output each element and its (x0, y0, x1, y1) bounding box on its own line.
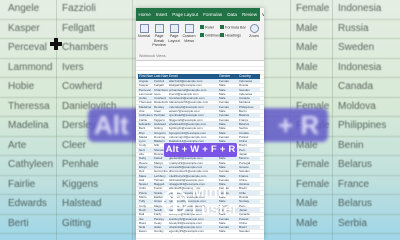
background-shortcut-left: Alt (94, 110, 129, 140)
background-cell-gender: Male (296, 81, 318, 92)
ribbon-tabs: HomeInsertPage LayoutFormulasDataReviewV… (136, 8, 264, 21)
keyboard-shortcut-label: Alt + W + F + R (164, 143, 237, 157)
background-cell-last: Chambers (62, 42, 109, 53)
custom-views-icon (184, 24, 194, 33)
page-layout-button[interactable]: Page Layout (167, 24, 181, 43)
table-cell[interactable]: Ewan (138, 229, 153, 233)
background-cell-gender: Female (296, 3, 330, 14)
background-cell-country: Sweden (338, 42, 375, 53)
tab-page-layout[interactable]: Page Layout (170, 8, 201, 21)
background-cell-last: Gitting (62, 217, 91, 229)
mind-luster-brand: Mind Luster (160, 183, 264, 223)
headings-checkbox[interactable]: Headings (220, 33, 241, 38)
background-cell-country: Belarus (338, 159, 372, 170)
tab-review[interactable]: Review (239, 8, 259, 21)
brain-circuit-icon (161, 189, 189, 215)
background-cell-first: Berti (8, 217, 29, 229)
ribbon-view-panel: Normal Page Break Preview Page Layout Cu… (136, 21, 264, 61)
page-layout-label: Page Layout (168, 34, 180, 43)
background-cell-last: Fazzioli (62, 3, 96, 14)
background-cell-last: Kiggens (62, 178, 99, 190)
table-cell[interactable]: Male (218, 229, 238, 233)
background-cell-first: Madelina (8, 120, 49, 131)
background-cell-country: Indonesia (338, 61, 382, 73)
background-cell-country: Russia (338, 22, 369, 34)
page-break-preview-button[interactable]: Page Break Preview (152, 24, 166, 48)
workbook-views-group-label: Workbook Views (139, 54, 166, 58)
background-cell-gender: Male (296, 61, 318, 73)
background-cell-country: France (338, 178, 370, 190)
brand-line-1: Mind (192, 184, 227, 201)
brand-name: Mind Luster (192, 184, 238, 218)
background-cell-gender: Female (296, 159, 330, 170)
background-cell-first: Arte (8, 139, 27, 151)
page-break-preview-icon (154, 24, 164, 33)
cell-cursor-icon (50, 38, 62, 50)
tab-data[interactable]: Data (225, 8, 240, 21)
background-cell-first: Fairlie (8, 178, 36, 190)
background-cell-country: Canada (338, 81, 374, 92)
background-cell-first: Edwards (8, 198, 47, 209)
background-cell-first: Lammond (8, 61, 53, 73)
normal-view-label: Normal (137, 34, 151, 38)
background-cell-country: Benin (338, 139, 364, 151)
background-cell-first: Angele (8, 3, 40, 14)
brand-line-2: Luster (192, 201, 238, 218)
background-cell-last: Ivers (62, 61, 84, 73)
zoom-button[interactable]: Zoom (246, 24, 262, 39)
background-cell-gender: Male (296, 22, 318, 34)
background-cell-gender: Female (296, 178, 330, 190)
zoom-icon (249, 24, 259, 33)
normal-view-button[interactable]: Normal (137, 24, 151, 39)
background-cell-gender: Male (296, 42, 318, 53)
background-cell-last: Halstead (62, 198, 102, 209)
page-layout-icon (169, 24, 179, 33)
tab-view[interactable]: View (259, 8, 264, 21)
table-row: Ewan Gumby egumby35@example.com Male Sweden (138, 229, 260, 233)
background-cell-gender: Male (296, 217, 318, 229)
background-cell-country: Moldova (338, 100, 376, 112)
table-cell[interactable]: egumby35@example.com (168, 229, 218, 233)
background-cell-last: Cleer (62, 139, 86, 151)
background-cell-country: Indonesia (338, 3, 382, 14)
background-cell-country: Philippines (338, 120, 387, 131)
table-cell[interactable]: Sweden (238, 229, 260, 233)
background-shortcut-right: + R (278, 110, 320, 140)
zoom-label: Zoom (249, 34, 259, 38)
background-cell-last: Penhale (62, 159, 99, 170)
background-cell-country: Serbia (338, 217, 367, 229)
normal-view-icon (139, 24, 149, 33)
tab-home[interactable]: Home (136, 8, 153, 21)
page-break-preview-label: Page Break Preview (152, 34, 166, 48)
ruler-checkbox[interactable]: Ruler (200, 25, 214, 30)
custom-views-button[interactable]: Custom Views (182, 24, 196, 43)
background-cell-first: Kasper (8, 22, 40, 34)
background-cell-first: Hobie (8, 81, 35, 92)
gridlines-checkbox[interactable]: Gridlines (200, 33, 220, 38)
background-cell-first: Cathyleen (8, 159, 54, 170)
background-cell-first: Perceval (8, 42, 47, 53)
background-cell-last: Cowherd (62, 81, 103, 92)
formula-bar-checkbox[interactable]: Formula Bar (220, 25, 246, 30)
background-cell-gender: Male (296, 198, 318, 209)
custom-views-label: Custom Views (182, 34, 196, 43)
tab-formulas[interactable]: Formulas (201, 8, 225, 21)
background-cell-last: Fellgatt (62, 22, 95, 34)
table-cell[interactable]: Gumby (153, 229, 168, 233)
tab-insert[interactable]: Insert (153, 8, 170, 21)
background-cell-first: Theressa (8, 100, 50, 112)
background-cell-country: Belarus (338, 198, 372, 209)
